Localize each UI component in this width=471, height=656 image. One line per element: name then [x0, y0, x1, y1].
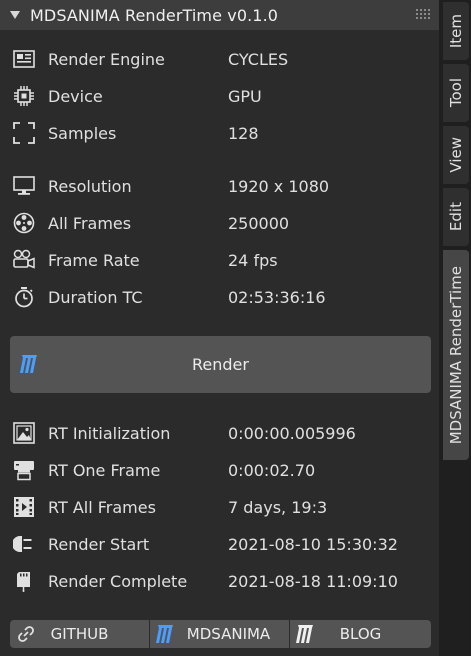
tab-tool-label: Tool — [447, 78, 465, 108]
samples-label: Samples — [48, 123, 117, 143]
monitor-icon — [12, 175, 36, 197]
row-rt-all-frames: RT All Frames 7 days, 19:3 — [0, 492, 439, 522]
image-icon — [12, 422, 36, 444]
mdsanima-white-logo-icon — [296, 624, 314, 644]
render-engine-value: CYCLES — [228, 49, 289, 69]
printer-icon — [12, 459, 36, 481]
rt-initialization-label: RT Initialization — [48, 423, 171, 443]
frame-rate-value: 24 fps — [228, 250, 278, 270]
resolution-value: 1920 x 1080 — [228, 176, 330, 196]
tab-view[interactable]: View — [443, 126, 469, 184]
samples-value: 128 — [228, 123, 259, 143]
film-reel-icon — [12, 212, 36, 234]
link-icon — [16, 624, 36, 644]
blog-label: BLOG — [339, 625, 382, 643]
render-complete-label: Render Complete — [48, 571, 188, 591]
render-complete-value: 2021-08-18 11:09:10 — [228, 571, 398, 591]
row-frame-rate: Frame Rate 24 fps — [0, 245, 439, 275]
render-start-label: Render Start — [48, 534, 150, 554]
rendertime-panel: MDSANIMA RenderTime v0.1.0 Render Engine… — [0, 0, 439, 656]
all-frames-value: 250000 — [228, 213, 290, 233]
rt-initialization-value: 0:00:00.005996 — [228, 423, 356, 443]
render-start-value: 2021-08-10 15:30:32 — [228, 534, 398, 554]
stopwatch-icon — [12, 286, 36, 308]
duration-tc-label: Duration TC — [48, 287, 143, 307]
panel-header[interactable]: MDSANIMA RenderTime v0.1.0 — [0, 0, 439, 30]
tab-item[interactable]: Item — [443, 2, 469, 60]
rt-one-frame-value: 0:00:02.70 — [228, 460, 316, 480]
rt-all-frames-value: 7 days, 19:3 — [228, 497, 328, 517]
tab-edit[interactable]: Edit — [443, 188, 469, 246]
rt-one-frame-label: RT One Frame — [48, 460, 161, 480]
resolution-label: Resolution — [48, 176, 132, 196]
row-duration-tc: Duration TC 02:53:36:16 — [0, 282, 439, 312]
chip-icon — [12, 85, 36, 107]
render-engine-label: Render Engine — [48, 49, 165, 69]
tab-edit-label: Edit — [447, 202, 465, 232]
row-rt-one-frame: RT One Frame 0:00:02.70 — [0, 455, 439, 485]
rt-all-frames-label: RT All Frames — [48, 497, 156, 517]
tab-mdsanima-rendertime[interactable]: MDSANIMA RenderTime — [443, 250, 469, 460]
render-button-label: Render — [192, 355, 249, 374]
row-rt-initialization: RT Initialization 0:00:00.005996 — [0, 418, 439, 448]
row-render-engine: Render Engine CYCLES — [0, 44, 439, 74]
row-resolution: Resolution 1920 x 1080 — [0, 171, 439, 201]
all-frames-label: All Frames — [48, 213, 132, 233]
github-label: GITHUB — [50, 625, 109, 643]
mdsanima-logo-icon — [156, 624, 174, 644]
sd-card-icon — [12, 570, 36, 592]
row-device: Device GPU — [0, 81, 439, 111]
footer-links: GITHUB MDSANIMA BLOG — [10, 620, 431, 648]
drag-handle-icon[interactable] — [416, 9, 432, 19]
device-label: Device — [48, 86, 103, 106]
camera-icon — [12, 249, 36, 271]
film-strip-icon — [12, 496, 36, 518]
row-render-complete: Render Complete 2021-08-18 11:09:10 — [0, 566, 439, 596]
collapse-arrow-icon[interactable] — [10, 11, 20, 19]
row-render-start: Render Start 2021-08-10 15:30:32 — [0, 529, 439, 559]
mdsanima-label: MDSANIMA — [186, 625, 271, 643]
row-samples: Samples 128 — [0, 118, 439, 148]
sidebar-tabs: Item Tool View Edit MDSANIMA RenderTime — [439, 0, 471, 656]
device-value: GPU — [228, 86, 262, 106]
app-window: MDSANIMA RenderTime v0.1.0 Render Engine… — [0, 0, 471, 656]
mdsanima-button[interactable]: MDSANIMA — [150, 620, 289, 648]
mdsanima-logo-icon — [20, 354, 38, 374]
tab-view-label: View — [447, 137, 465, 173]
tab-tool[interactable]: Tool — [443, 64, 469, 122]
render-button[interactable]: Render — [10, 336, 431, 393]
plug-icon — [12, 533, 36, 555]
render-engine-icon — [12, 48, 36, 70]
github-button[interactable]: GITHUB — [10, 620, 149, 648]
panel-title: MDSANIMA RenderTime v0.1.0 — [30, 5, 279, 25]
tab-rendertime-label: MDSANIMA RenderTime — [447, 265, 465, 445]
duration-tc-value: 02:53:36:16 — [228, 287, 326, 307]
samples-frame-icon — [12, 122, 36, 144]
row-all-frames: All Frames 250000 — [0, 208, 439, 238]
tab-item-label: Item — [447, 13, 465, 49]
frame-rate-label: Frame Rate — [48, 250, 140, 270]
blog-button[interactable]: BLOG — [290, 620, 431, 648]
